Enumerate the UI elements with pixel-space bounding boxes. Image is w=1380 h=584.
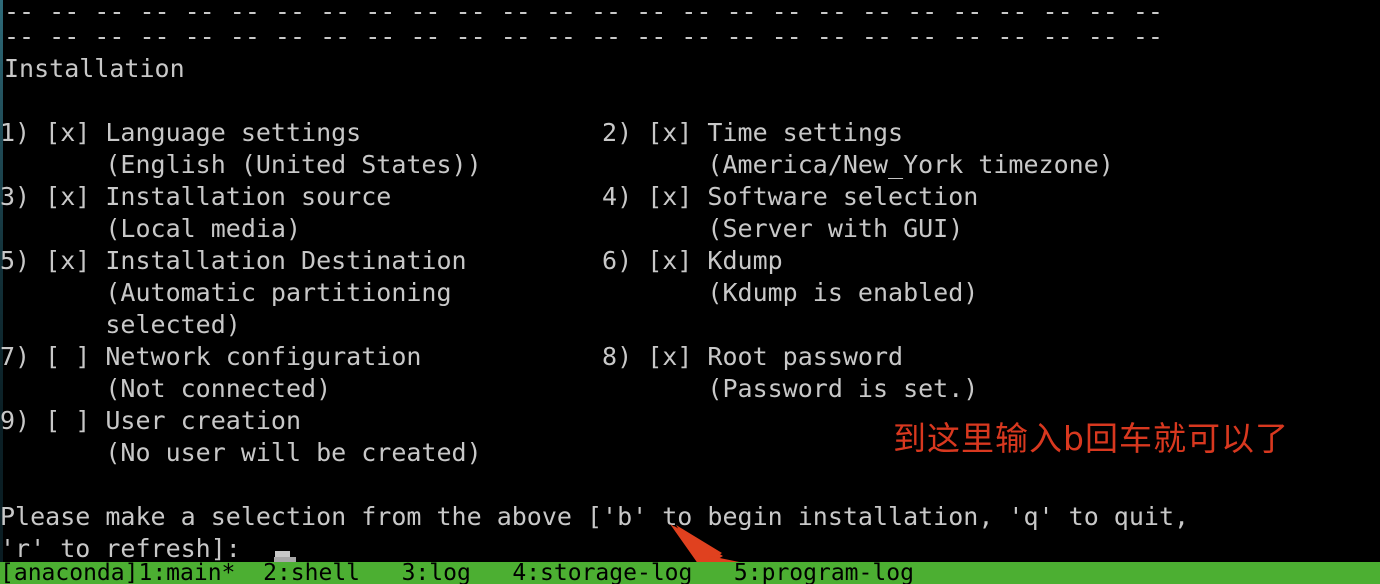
menu-item-3-and-4[interactable]: 3) [x] Installation source 4) [x] Softwa… [0, 181, 978, 212]
menu-item-1-and-2[interactable]: 1) [x] Language settings 2) [x] Time set… [0, 117, 903, 148]
selection-prompt-line-1: Please make a selection from the above [… [0, 502, 1190, 531]
menu-item-7-and-8[interactable]: 7) [ ] Network configuration 8) [x] Root… [0, 341, 903, 372]
tmux-status-bar[interactable]: [anaconda]1:main* 2:shell 3:log 4:storag… [0, 562, 1380, 584]
menu-detail-7-and-8: (Not connected) (Password is set.) [0, 374, 979, 403]
annotation-text: 到这里输入b回车就可以了 [893, 419, 1289, 458]
menu-item-5-and-6[interactable]: 5) [x] Installation Destination 6) [x] K… [0, 245, 783, 276]
selection-prompt-line-2[interactable]: 'r' to refresh]: [0, 533, 256, 564]
separator-bottom: -- -- -- -- -- -- -- -- -- -- -- -- -- -… [4, 22, 1163, 51]
menu-detail-1-and-2: (English (United States)) (America/New_Y… [0, 150, 1114, 179]
menu-detail-5-and-6: (Automatic partitioning (Kdump is enable… [0, 278, 979, 307]
menu-detail-5-cont: selected) [0, 310, 241, 339]
menu-item-9[interactable]: 9) [ ] User creation [0, 405, 301, 436]
page-title: Installation [4, 54, 185, 83]
menu-detail-3-and-4: (Local media) (Server with GUI) [0, 214, 964, 243]
menu-detail-9: (No user will be created) [0, 438, 482, 467]
terminal-screen: -- -- -- -- -- -- -- -- -- -- -- -- -- -… [0, 0, 1380, 584]
